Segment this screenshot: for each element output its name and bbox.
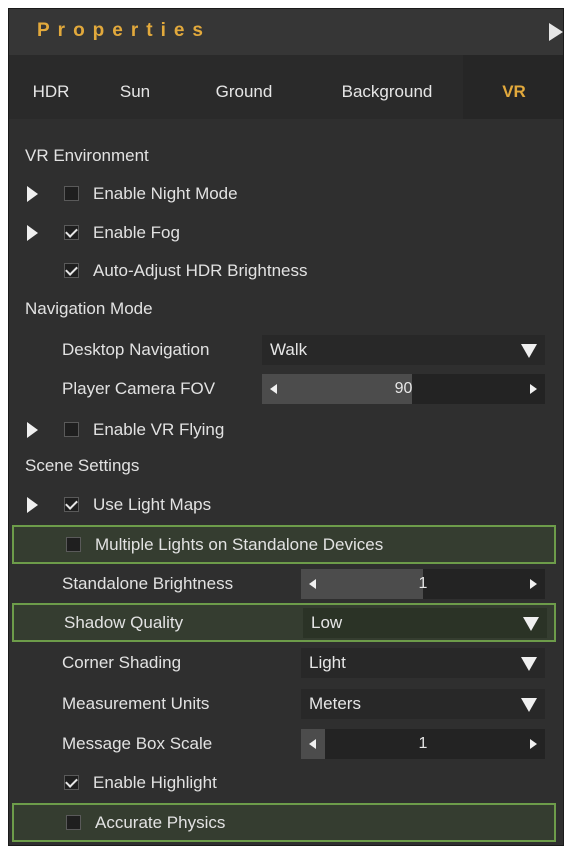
measurement-units-label: Measurement Units xyxy=(62,694,210,713)
enable-fog-row: Enable Fog xyxy=(9,214,563,252)
message-box-scale-slider[interactable]: 1 xyxy=(301,729,545,759)
corner-shading-row: Corner Shading Light xyxy=(9,644,563,682)
measurement-units-dropdown[interactable]: Meters xyxy=(301,689,545,719)
tab-bar: HDR Sun Ground Background VR xyxy=(9,55,563,119)
standalone-brightness-slider[interactable]: 1 xyxy=(301,569,545,599)
expand-icon[interactable] xyxy=(27,225,38,241)
section-vr-environment: VR Environment xyxy=(9,137,563,175)
multiple-lights-checkbox[interactable] xyxy=(66,537,81,552)
dropdown-value: Meters xyxy=(309,694,361,713)
dropdown-value: Low xyxy=(311,613,343,632)
dropdown-arrow-icon xyxy=(521,657,537,671)
slider-value: 1 xyxy=(418,575,428,592)
collapse-panel-icon[interactable] xyxy=(549,23,563,41)
player-camera-fov-row: Player Camera FOV 90 xyxy=(9,370,563,408)
expand-icon[interactable] xyxy=(27,497,38,513)
multiple-lights-label: Multiple Lights on Standalone Devices xyxy=(95,535,384,554)
enable-night-mode-row: Enable Night Mode xyxy=(9,175,563,213)
tab-vr[interactable]: VR xyxy=(463,55,563,119)
check-icon xyxy=(65,225,78,238)
panel-header: Properties xyxy=(9,9,563,55)
use-light-maps-checkbox[interactable] xyxy=(64,497,79,512)
measurement-units-row: Measurement Units Meters xyxy=(9,685,563,723)
enable-fog-label: Enable Fog xyxy=(93,223,180,242)
enable-highlight-row: Enable Highlight xyxy=(9,764,563,802)
dropdown-arrow-icon xyxy=(523,617,539,631)
desktop-navigation-dropdown[interactable]: Walk xyxy=(262,335,545,365)
section-title: VR Environment xyxy=(25,146,149,165)
dropdown-value: Walk xyxy=(270,340,308,359)
enable-vr-flying-checkbox[interactable] xyxy=(64,422,79,437)
message-box-scale-label: Message Box Scale xyxy=(62,734,213,753)
accurate-physics-checkbox[interactable] xyxy=(66,815,81,830)
tab-background[interactable]: Background xyxy=(311,55,463,119)
enable-highlight-checkbox[interactable] xyxy=(64,775,79,790)
player-camera-fov-label: Player Camera FOV xyxy=(62,379,216,398)
auto-adjust-hdr-checkbox[interactable] xyxy=(64,263,79,278)
slider-increment-icon[interactable] xyxy=(530,579,537,589)
slider-value: 90 xyxy=(394,380,413,397)
auto-adjust-hdr-label: Auto-Adjust HDR Brightness xyxy=(93,261,308,280)
check-icon xyxy=(65,263,78,276)
enable-night-mode-checkbox[interactable] xyxy=(64,186,79,201)
dropdown-value: Light xyxy=(309,653,346,672)
shadow-quality-label: Shadow Quality xyxy=(64,613,184,632)
enable-vr-flying-row: Enable VR Flying xyxy=(9,411,563,449)
tab-hdr[interactable]: HDR xyxy=(9,55,93,119)
check-icon xyxy=(65,775,78,788)
message-box-scale-row: Message Box Scale 1 xyxy=(9,725,563,763)
tab-ground[interactable]: Ground xyxy=(177,55,311,119)
expand-icon[interactable] xyxy=(27,186,38,202)
slider-value: 1 xyxy=(418,735,428,752)
section-scene-settings: Scene Settings xyxy=(9,447,563,485)
tab-sun[interactable]: Sun xyxy=(93,55,177,119)
enable-vr-flying-label: Enable VR Flying xyxy=(93,420,225,439)
slider-increment-icon[interactable] xyxy=(530,739,537,749)
panel-title: Properties xyxy=(37,20,211,41)
section-title: Navigation Mode xyxy=(25,299,153,318)
enable-fog-checkbox[interactable] xyxy=(64,225,79,240)
standalone-brightness-row: Standalone Brightness 1 xyxy=(9,565,563,603)
properties-panel: Properties HDR Sun Ground Background VR … xyxy=(8,8,564,846)
check-icon xyxy=(65,497,78,510)
enable-night-mode-label: Enable Night Mode xyxy=(93,184,238,203)
auto-adjust-hdr-row: Auto-Adjust HDR Brightness xyxy=(9,252,563,290)
section-title: Scene Settings xyxy=(25,456,140,475)
slider-increment-icon[interactable] xyxy=(530,384,537,394)
use-light-maps-label: Use Light Maps xyxy=(93,495,212,514)
desktop-navigation-label: Desktop Navigation xyxy=(62,340,210,359)
dropdown-arrow-icon xyxy=(521,698,537,712)
desktop-navigation-row: Desktop Navigation Walk xyxy=(9,331,563,369)
use-light-maps-row: Use Light Maps xyxy=(9,486,563,524)
multiple-lights-row: Multiple Lights on Standalone Devices xyxy=(12,525,556,564)
accurate-physics-row: Accurate Physics xyxy=(12,803,556,842)
dropdown-arrow-icon xyxy=(521,344,537,358)
shadow-quality-row: Shadow Quality Low xyxy=(12,603,556,642)
standalone-brightness-label: Standalone Brightness xyxy=(62,574,234,593)
corner-shading-label: Corner Shading xyxy=(62,653,182,672)
enable-highlight-label: Enable Highlight xyxy=(93,773,217,792)
expand-icon[interactable] xyxy=(27,422,38,438)
section-navigation-mode: Navigation Mode xyxy=(9,290,563,328)
corner-shading-dropdown[interactable]: Light xyxy=(301,648,545,678)
shadow-quality-dropdown[interactable]: Low xyxy=(303,608,547,638)
accurate-physics-label: Accurate Physics xyxy=(95,813,226,832)
player-camera-fov-slider[interactable]: 90 xyxy=(262,374,545,404)
